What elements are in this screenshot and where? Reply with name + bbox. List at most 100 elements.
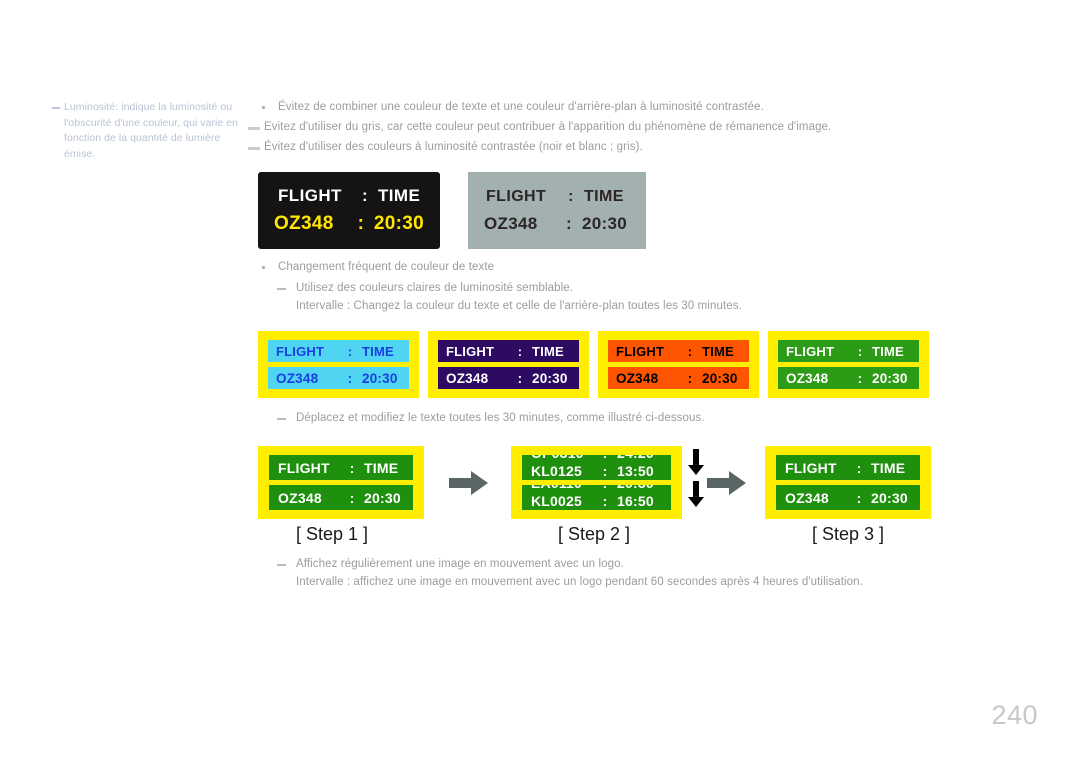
board-colon: :	[347, 343, 353, 359]
scroll-flight-code: KL0025	[531, 493, 583, 509]
color-board-cyan: FLIGHT : TIME OZ348 : 20:30	[258, 331, 419, 398]
sidebar-dash-marker	[52, 107, 60, 109]
gray-board-row-1: FLIGHT : TIME	[484, 188, 630, 206]
board-colon: :	[566, 213, 572, 233]
sidebar-note: Luminosité: indique la luminosité ou l'o…	[64, 101, 239, 160]
gray-flight-board: FLIGHT : TIME OZ348 : 20:30	[468, 172, 646, 249]
scroll-clock: 16:50	[617, 493, 654, 509]
scroll-line-bottom-partial: KL0125 : 13:50	[531, 463, 654, 479]
board-flight-code: OZ348	[274, 213, 334, 234]
black-flight-board: FLIGHT : TIME OZ348 : 20:30	[258, 172, 440, 249]
gray-board-row-2: OZ348 : 20:30	[484, 214, 630, 234]
body-line-8: Affichez régulièrement une image en mouv…	[296, 558, 624, 570]
dash-marker-1	[248, 127, 260, 130]
board-colon: :	[856, 459, 862, 476]
bullet-marker-1	[262, 106, 265, 109]
dash-marker-5	[277, 564, 286, 566]
step-board-1: FLIGHT : TIME OZ348 : 20:30	[258, 446, 424, 519]
dash-marker-4	[277, 418, 286, 420]
board-flight-label: FLIGHT	[276, 343, 325, 359]
board-colon: :	[687, 343, 693, 359]
step-board-strip-2: OZ348 : 20:30	[269, 485, 413, 510]
board-flight-label: FLIGHT	[486, 187, 547, 205]
arrow-right-icon-2	[707, 471, 746, 495]
board-colon: :	[593, 455, 617, 461]
step-label-2: [ Step 2 ]	[558, 524, 631, 544]
step-label-1: [ Step 1 ]	[296, 524, 369, 544]
board-clock: 20:30	[702, 370, 738, 386]
board-colon: :	[602, 463, 608, 479]
board-colon: :	[593, 485, 617, 491]
color-board-strip-1: FLIGHT : TIME	[438, 340, 579, 362]
scroll-clock: 24:20	[617, 455, 654, 461]
color-board-strip-2: OZ348 : 20:30	[608, 367, 749, 389]
board-colon: :	[602, 493, 608, 509]
body-line-9: Intervalle : affichez une image en mouve…	[296, 576, 863, 588]
scroll-clock: 20:30	[617, 485, 654, 491]
scroll-line-bottom-partial: KL0025 : 16:50	[531, 493, 654, 509]
body-line-4: Changement fréquent de couleur de texte	[278, 261, 495, 273]
step-board-strip-1: FLIGHT : TIME	[269, 455, 413, 480]
color-board-orange: FLIGHT : TIME OZ348 : 20:30	[598, 331, 759, 398]
board-time-label: TIME	[364, 459, 399, 476]
step-board-2: OP0310 : 24:20 KL0125 : 13:50 EA0110 : 2…	[511, 446, 682, 519]
board-flight-code: OZ348	[616, 370, 659, 386]
board-flight-label: FLIGHT	[616, 343, 665, 359]
board-flight-code: OZ348	[484, 213, 538, 233]
step-board-strip-1: FLIGHT : TIME	[776, 455, 920, 480]
board-flight-label: FLIGHT	[278, 186, 342, 205]
black-board-row-2: OZ348 : 20:30	[274, 213, 424, 235]
color-board-strip-2: OZ348 : 20:30	[268, 367, 409, 389]
board-clock: 20:30	[871, 489, 908, 506]
board-clock: 20:30	[373, 213, 424, 234]
board-time-label: TIME	[532, 343, 564, 359]
arrow-down-icon-2	[688, 481, 704, 507]
board-clock: 20:30	[872, 370, 908, 386]
dash-marker-3	[277, 288, 286, 290]
color-board-purple: FLIGHT : TIME OZ348 : 20:30	[428, 331, 589, 398]
step-board-strip-1-scrolling: OP0310 : 24:20 KL0125 : 13:50	[522, 455, 671, 480]
board-colon: :	[568, 187, 574, 205]
board-colon: :	[361, 186, 369, 205]
body-line-3: Évitez d'utiliser des couleurs à luminos…	[264, 141, 643, 153]
board-colon: :	[357, 213, 365, 234]
board-flight-code: OZ348	[276, 370, 319, 386]
scroll-flight-code: EA0110	[531, 485, 593, 491]
page-number: 240	[991, 700, 1038, 730]
color-board-strip-2: OZ348 : 20:30	[778, 367, 919, 389]
color-board-strip-1: FLIGHT : TIME	[268, 340, 409, 362]
board-colon: :	[856, 489, 862, 506]
board-flight-label: FLIGHT	[785, 459, 837, 476]
black-board-row-1: FLIGHT : TIME	[274, 186, 424, 206]
board-flight-code: OZ348	[278, 489, 322, 506]
board-colon: :	[349, 489, 355, 506]
scroll-line-top-partial: OP0310 : 24:20	[531, 455, 654, 461]
color-board-strip-2: OZ348 : 20:30	[438, 367, 579, 389]
board-time-label: TIME	[362, 343, 394, 359]
board-flight-label: FLIGHT	[278, 459, 330, 476]
board-colon: :	[857, 343, 863, 359]
body-line-2: Evitez d'utiliser du gris, car cette cou…	[264, 121, 832, 133]
color-board-strip-1: FLIGHT : TIME	[778, 340, 919, 362]
body-line-6: Intervalle : Changez la couleur du texte…	[296, 300, 742, 312]
board-time-label: TIME	[584, 187, 624, 205]
board-time-label: TIME	[702, 343, 734, 359]
board-flight-code: OZ348	[785, 489, 829, 506]
board-flight-label: FLIGHT	[446, 343, 495, 359]
board-colon: :	[857, 370, 863, 386]
board-time-label: TIME	[872, 343, 904, 359]
body-line-7: Déplacez et modifiez le texte toutes les…	[296, 412, 705, 424]
board-colon: :	[517, 343, 523, 359]
step-board-strip-2-scrolling: EA0110 : 20:30 KL0025 : 16:50	[522, 485, 671, 510]
dash-marker-2	[248, 147, 260, 150]
color-board-strip-1: FLIGHT : TIME	[608, 340, 749, 362]
board-clock: 20:30	[582, 213, 627, 233]
scroll-clock: 13:50	[617, 463, 654, 479]
body-line-5: Utilisez des couleurs claires de luminos…	[296, 282, 574, 294]
board-flight-code: OZ348	[446, 370, 489, 386]
board-clock: 20:30	[364, 489, 401, 506]
board-colon: :	[517, 370, 523, 386]
board-flight-code: OZ348	[786, 370, 829, 386]
body-line-1: Évitez de combiner une couleur de texte …	[278, 101, 764, 113]
board-clock: 20:30	[362, 370, 398, 386]
